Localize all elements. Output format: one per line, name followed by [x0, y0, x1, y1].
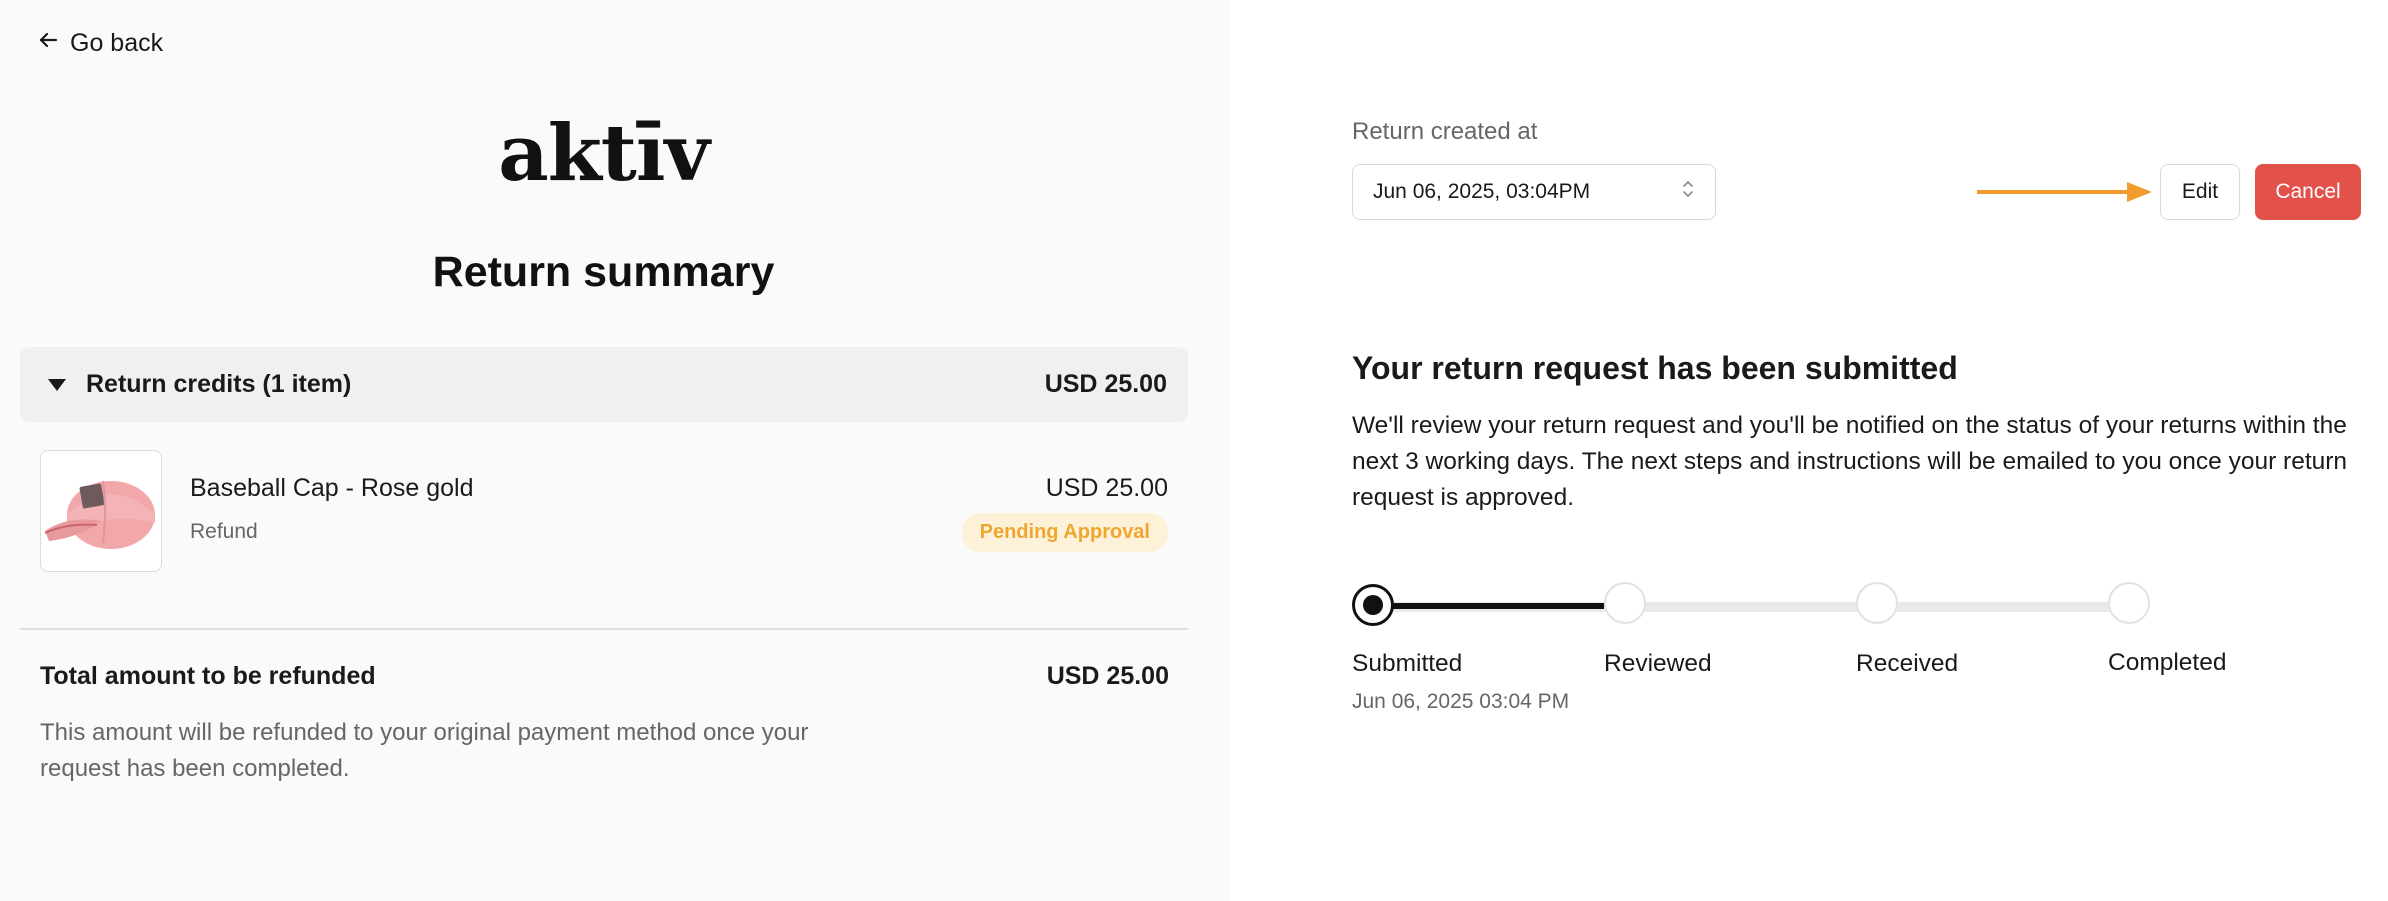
total-note: This amount will be refunded to your ori…	[40, 719, 809, 782]
status-heading: Your return request has been submitted	[1352, 350, 1958, 386]
status-description: We'll review your return request and you…	[1352, 412, 2348, 511]
progress-track-complete	[1372, 603, 1604, 609]
step-date-submitted: Jun 06, 2025 03:04 PM	[1352, 690, 1570, 713]
annotation-arrow-icon	[1977, 182, 2152, 202]
status-badge: Pending Approval	[961, 513, 1168, 552]
cancel-button[interactable]: Cancel	[2255, 164, 2361, 220]
step-dot-submitted	[1352, 584, 1394, 626]
caret-down-icon	[48, 378, 66, 391]
item-name: Baseball Cap - Rose gold	[190, 474, 474, 502]
pink-baseball-cap-image	[44, 480, 155, 549]
return-credits-total: USD 25.00	[1044, 370, 1167, 398]
product-thumbnail	[40, 450, 162, 572]
step-dot-received	[1856, 582, 1898, 624]
chevron-up-down-icon	[1681, 178, 1695, 206]
created-at-select[interactable]: Jun 06, 2025, 03:04PM	[1352, 164, 1716, 220]
edit-button[interactable]: Edit	[2160, 164, 2240, 220]
return-credits-toggle[interactable]: Return credits (1 item) USD 25.00	[20, 347, 1188, 422]
created-at-value: Jun 06, 2025, 03:04PM	[1373, 180, 1591, 203]
list-item: Baseball Cap - Rose gold Refund USD 25.0…	[40, 450, 1168, 573]
item-price: USD 25.00	[1045, 474, 1168, 502]
divider	[20, 628, 1188, 630]
item-type: Refund	[190, 520, 258, 543]
step-dot-completed	[2108, 582, 2150, 624]
go-back-label: Go back	[70, 29, 164, 57]
step-label-reviewed: Reviewed	[1604, 650, 1712, 677]
return-progress-stepper: Submitted Jun 06, 2025 03:04 PM Reviewed…	[1352, 582, 2352, 732]
return-credits-label: Return credits (1 item)	[86, 370, 352, 398]
step-label-completed: Completed	[2108, 649, 2227, 676]
total-label: Total amount to be refunded	[40, 662, 376, 690]
created-at-label: Return created at	[1352, 118, 1538, 145]
arrow-left-icon	[36, 28, 60, 59]
step-label-submitted: Submitted	[1352, 650, 1463, 677]
brand-logo: aktīv	[498, 108, 710, 199]
step-dot-reviewed	[1604, 582, 1646, 624]
return-summary-panel: Go back aktīv Return summary Return cred…	[0, 0, 1229, 901]
page-title: Return summary	[432, 248, 775, 296]
step-label-received: Received	[1856, 650, 1959, 677]
total-amount: USD 25.00	[1046, 662, 1169, 690]
go-back-link[interactable]: Go back	[36, 28, 163, 59]
